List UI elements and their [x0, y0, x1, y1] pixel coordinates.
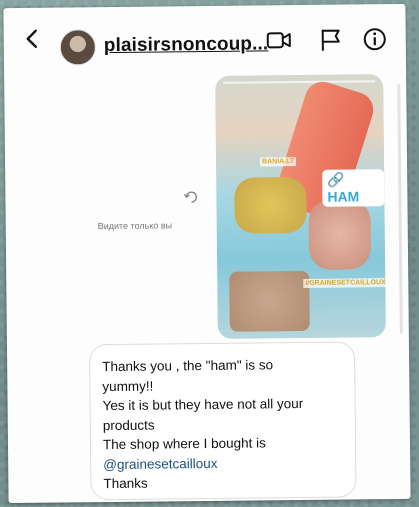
visibility-note: Видите только вы [97, 220, 173, 232]
message-line: Yes it is but they have not all your [102, 396, 304, 414]
mention-link[interactable]: @grainesetcailloux [103, 452, 343, 474]
story-hashtag-text: #GRAINESETCAILLOUX [303, 278, 386, 288]
scrollbar[interactable] [397, 83, 403, 334]
story-sticker-text: BANIA.LT [259, 157, 297, 167]
video-call-icon[interactable] [266, 27, 292, 53]
message-line: products [102, 417, 155, 433]
chat-header: plaisirsnoncoup... [3, 4, 406, 70]
ham-image [308, 199, 372, 270]
message-line: Thanks you , the "ham" is so [102, 357, 274, 375]
story-reply-thumbnail[interactable]: BANIA.LT #GRAINESETCAILLOUX 🔗 HAM [215, 74, 386, 339]
food-image [234, 176, 307, 234]
info-icon[interactable] [362, 26, 388, 52]
message-line: Thanks [103, 475, 148, 492]
username-link[interactable]: plaisirsnoncoup... [104, 33, 269, 57]
link-icon: 🔗 [327, 171, 345, 188]
reply-icon [183, 191, 198, 203]
dm-screen: plaisirsnoncoup... BANIA.LT #GRAINESETCA… [3, 3, 411, 504]
message-line: The shop where I bought is [102, 435, 266, 453]
story-link-tag: 🔗 HAM [322, 169, 385, 207]
flag-icon[interactable] [318, 27, 344, 53]
message-bubble[interactable]: Thanks you , the "ham" is so yummy!! Yes… [88, 341, 357, 501]
message-line: yummy!! [102, 378, 154, 394]
crumble-image [229, 270, 310, 332]
avatar[interactable] [59, 29, 97, 66]
back-chevron-icon[interactable] [22, 28, 44, 50]
